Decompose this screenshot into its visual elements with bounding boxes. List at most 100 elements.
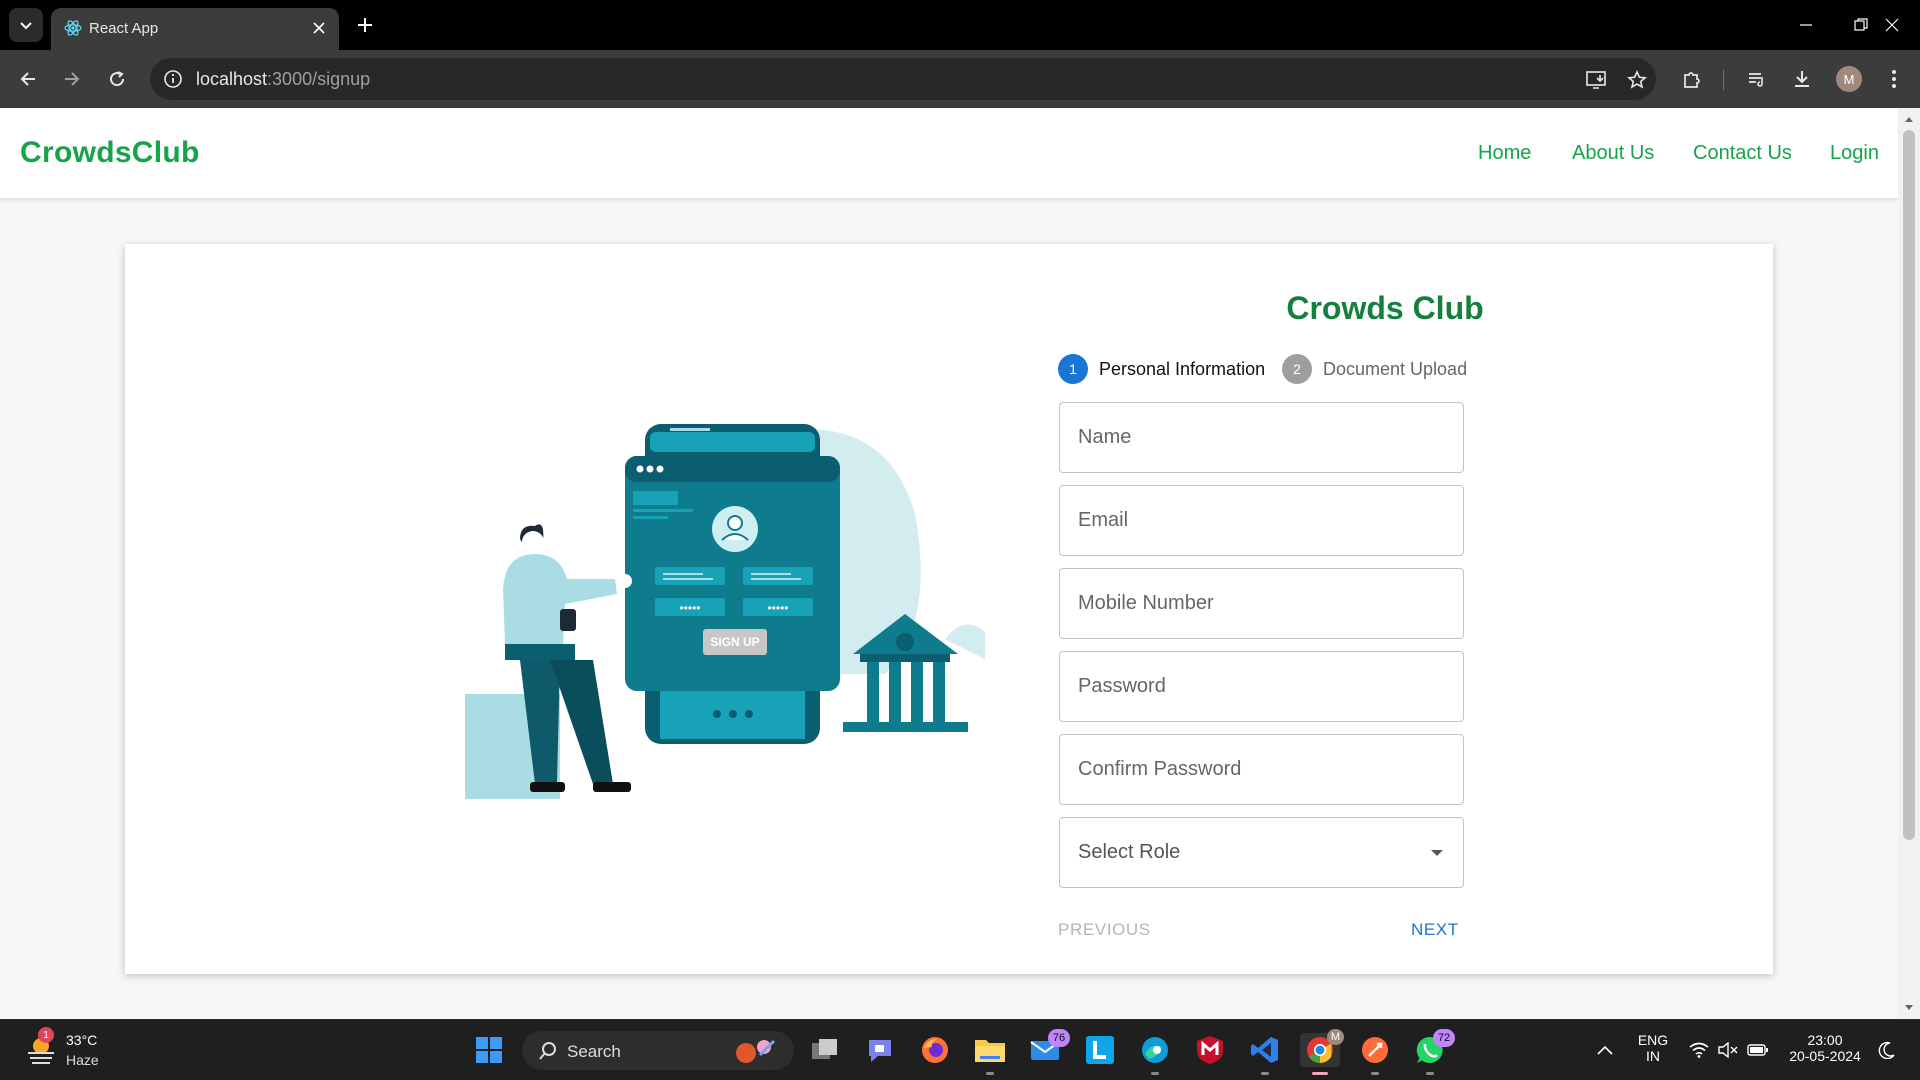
bookmark-button[interactable] [1624,67,1650,93]
vscode-button[interactable] [1248,1033,1282,1075]
whatsapp-badge: 72 [1433,1029,1455,1047]
show-hidden-icons-button[interactable] [1592,1033,1618,1067]
clock-date: 20-05-2024 [1789,1048,1861,1064]
whatsapp-button[interactable]: 72 [1413,1029,1455,1075]
nav-link-home[interactable]: Home [1478,142,1531,165]
mask-1: ••••• [679,601,700,615]
install-app-button[interactable] [1584,67,1610,93]
forward-icon [65,72,80,86]
mobile-field[interactable] [1059,568,1464,639]
url-host: localhost [196,69,268,89]
password-field[interactable] [1059,651,1464,722]
weather-widget[interactable]: 1 33°C Haze [24,1027,104,1070]
form-title: Crowds Club [1286,290,1484,326]
more-vert-icon [1892,70,1896,88]
scroll-down-arrow-icon[interactable] [1903,1002,1915,1014]
react-favicon-icon [64,20,82,36]
plus-icon [358,18,372,32]
running-indicator [986,1072,994,1075]
media-control-button[interactable] [1741,63,1773,95]
tab-search-button[interactable] [9,8,43,42]
password-input[interactable] [1060,652,1463,721]
start-button[interactable] [472,1033,506,1067]
more-menu-button[interactable] [1878,63,1910,95]
nav-link-contact[interactable]: Contact Us [1693,142,1792,165]
wifi-icon [1689,1042,1709,1058]
scrollbar-thumb[interactable] [1903,130,1915,840]
minimize-button[interactable] [1786,10,1826,40]
active-indicator [1312,1072,1328,1075]
search-icon [539,1042,556,1060]
file-explorer-button[interactable] [973,1033,1007,1075]
taskbar-search[interactable]: Search [522,1031,794,1070]
back-button[interactable] [12,63,44,95]
vscode-icon [1251,1037,1278,1063]
focus-assist-button[interactable] [1872,1033,1902,1067]
step-document-upload[interactable]: 2 Document Upload [1282,354,1467,384]
extensions-button[interactable] [1676,63,1708,95]
nav-link-about[interactable]: About Us [1572,142,1654,165]
brand-logo[interactable]: CrowdsClub [20,136,200,170]
address-bar[interactable]: localhost:3000/signup [150,58,1656,100]
url-text[interactable]: localhost:3000/signup [196,69,370,90]
new-tab-button[interactable] [352,12,378,38]
mail-button[interactable]: 76 [1028,1029,1070,1067]
minimize-icon [1800,24,1812,26]
step-personal-information[interactable]: 1 Personal Information [1058,354,1265,384]
role-select-value: Select Role [1078,841,1181,863]
chevron-down-icon [20,22,32,30]
media-control-icon [1749,73,1763,87]
page-viewport: CrowdsClub Home About Us Contact Us Logi… [0,108,1898,1019]
site-navbar: CrowdsClub Home About Us Contact Us Logi… [0,108,1898,198]
mobile-input[interactable] [1060,569,1463,638]
teams-chat-button[interactable] [863,1033,897,1067]
language-indicator[interactable]: ENG IN [1630,1032,1676,1064]
tab-close-button[interactable] [309,18,329,38]
chrome-button[interactable]: M [1300,1029,1344,1075]
confirm-password-input[interactable] [1060,735,1463,804]
step-label: Document Upload [1323,358,1468,379]
forward-button[interactable] [56,63,88,95]
download-icon [1795,71,1809,87]
role-select[interactable]: Select Role [1059,817,1464,888]
mask-2: ••••• [767,601,788,615]
chevron-up-icon [1597,1045,1613,1055]
star-icon [1627,70,1647,89]
page-scrollbar[interactable] [1898,108,1920,1019]
firefox-button[interactable] [918,1033,952,1067]
weather-condition: Haze [66,1052,99,1068]
chrome-profile-badge: M [1326,1029,1344,1045]
email-field[interactable] [1059,485,1464,556]
downloads-button[interactable] [1786,63,1818,95]
edge-button[interactable] [1138,1033,1172,1075]
signup-illustration: ••••• ••••• SIGN UP [465,424,985,799]
nav-link-login[interactable]: Login [1830,142,1879,165]
reload-button[interactable] [101,63,133,95]
confirm-password-field[interactable] [1059,734,1464,805]
quick-settings-button[interactable] [1684,1033,1774,1067]
task-view-icon [812,1039,837,1059]
reload-icon [110,71,125,87]
profile-avatar[interactable]: M [1836,66,1862,92]
task-view-button[interactable] [808,1033,842,1067]
email-input[interactable] [1060,486,1463,555]
clock[interactable]: 23:00 20-05-2024 [1782,1032,1868,1064]
mcafee-button[interactable] [1193,1033,1227,1067]
next-button[interactable]: NEXT [1411,920,1459,940]
moon-icon [1878,1041,1895,1059]
caret-down-icon [1431,850,1443,856]
running-indicator [1426,1072,1434,1075]
l-app-button[interactable] [1083,1033,1117,1067]
region-label: IN [1646,1048,1660,1064]
browser-tab[interactable]: React App [51,8,339,50]
site-info-icon[interactable] [162,68,184,90]
name-field[interactable] [1059,402,1464,473]
browser-toolbar: localhost:3000/signup M [0,50,1920,108]
name-input[interactable] [1060,403,1463,472]
back-icon [20,72,35,86]
scroll-up-arrow-icon[interactable] [1903,113,1915,125]
language-label: ENG [1637,1032,1669,1048]
window-close-button[interactable] [1872,10,1912,40]
postman-button[interactable] [1358,1033,1392,1075]
previous-button[interactable]: PREVIOUS [1058,920,1151,940]
